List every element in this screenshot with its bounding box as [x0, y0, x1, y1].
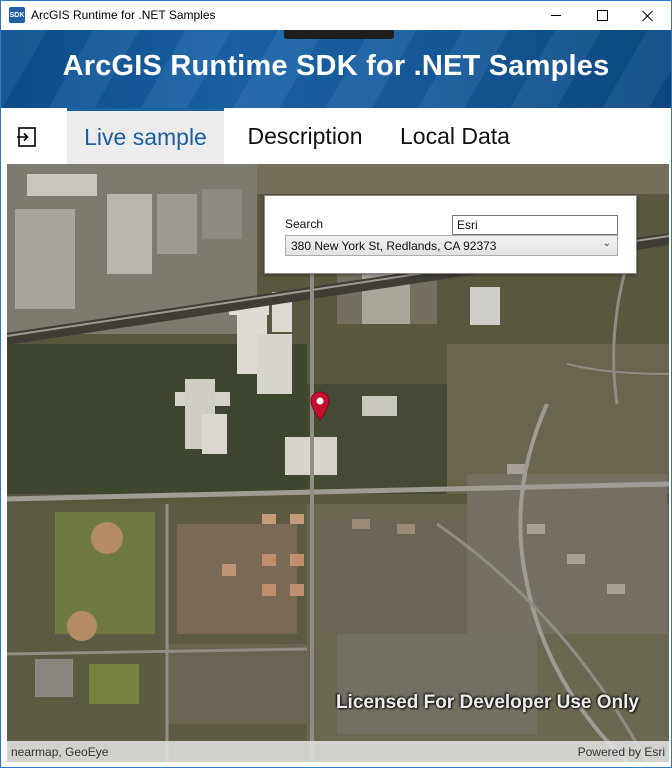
camera-notch: [284, 30, 394, 39]
tab-bar: Live sample Description Local Data: [1, 108, 671, 164]
title-bar[interactable]: SDK ArcGIS Runtime for .NET Samples: [1, 1, 671, 30]
tab-local-data[interactable]: Local Data: [387, 108, 523, 164]
selected-suggestion: 380 New York St, Redlands, CA 92373: [291, 239, 497, 253]
maximize-icon: [596, 10, 608, 21]
powered-by-esri[interactable]: Powered by Esri: [578, 745, 665, 759]
tab-live-sample[interactable]: Live sample: [67, 108, 224, 164]
attribution-bar: nearmap, GeoEye Powered by Esri: [7, 741, 669, 762]
sdk-app-icon: SDK: [9, 7, 25, 23]
search-input[interactable]: [452, 215, 618, 235]
map-pin-icon: [310, 391, 330, 421]
chevron-down-icon: ⌄: [602, 238, 611, 249]
search-panel: Search 380 New York St, Redlands, CA 923…: [264, 195, 637, 274]
sidebar-toggle-icon[interactable]: [16, 126, 38, 148]
maximize-button[interactable]: [579, 1, 625, 30]
minimize-button[interactable]: [533, 1, 579, 30]
suggestion-dropdown[interactable]: 380 New York St, Redlands, CA 92373 ⌄: [285, 235, 618, 256]
page-title: ArcGIS Runtime SDK for .NET Samples: [62, 50, 610, 82]
tab-description[interactable]: Description: [233, 108, 377, 164]
attribution-text: nearmap, GeoEye: [11, 745, 109, 759]
close-icon: [642, 10, 654, 22]
banner-header: ArcGIS Runtime SDK for .NET Samples: [1, 30, 671, 108]
window-title: ArcGIS Runtime for .NET Samples: [31, 8, 216, 22]
app-window: SDK ArcGIS Runtime for .NET Samples ArcG…: [0, 0, 672, 768]
close-button[interactable]: [625, 1, 671, 30]
location-marker[interactable]: [310, 391, 330, 421]
minimize-icon: [551, 15, 561, 16]
license-watermark: Licensed For Developer Use Only: [335, 692, 639, 713]
search-label: Search: [285, 217, 324, 231]
